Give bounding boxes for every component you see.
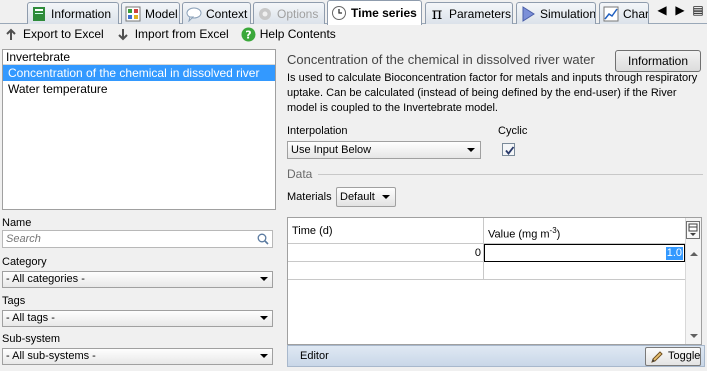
subsystem-select[interactable]: - All sub-systems - — [2, 348, 273, 365]
tab-scroll-right-icon[interactable]: ▶ — [674, 3, 686, 17]
tags-filter-label: Tags — [2, 295, 26, 307]
grid-menu-button[interactable] — [686, 221, 700, 239]
value-header-suffix: ) — [556, 228, 561, 241]
materials-select[interactable]: Default — [336, 187, 396, 207]
cyclic-label: Cyclic — [498, 125, 528, 137]
help-contents-button[interactable]: ? Help Contents — [241, 27, 336, 42]
toggle-label: Toggle — [668, 350, 701, 362]
grid-header: Time (d) Value (mg m-3) — [288, 218, 685, 244]
name-filter-label: Name — [2, 217, 32, 229]
time-series-grid[interactable]: Time (d) Value (mg m-3) 0 1.0 — [287, 217, 702, 345]
tab-label: Context — [206, 6, 248, 21]
help-icon: ? — [241, 27, 256, 42]
tab-label: Options — [277, 6, 319, 21]
search-box — [2, 230, 273, 248]
value-header-text: Value (mg m — [488, 228, 550, 241]
pencil-icon — [650, 350, 664, 364]
tab-scroll-left-icon[interactable]: ◀ — [656, 3, 668, 17]
play-icon — [520, 5, 536, 22]
interpolation-value: Use Input Below — [291, 144, 372, 156]
checkmark-icon — [505, 146, 515, 155]
search-icon[interactable] — [257, 233, 269, 245]
value-cell-editor[interactable]: 1.0 — [665, 247, 683, 260]
tab-charts[interactable]: Charts — [599, 2, 649, 24]
chevron-down-icon — [260, 316, 268, 320]
grid-scrollbar[interactable] — [685, 218, 701, 344]
value-cell[interactable]: 1.0 — [484, 244, 685, 262]
tab-label: Simulation — [540, 6, 596, 21]
gear-icon — [257, 6, 273, 22]
chevron-down-icon — [260, 277, 268, 281]
materials-label: Materials — [287, 191, 332, 203]
interpolation-select[interactable]: Use Input Below — [287, 141, 481, 159]
chevron-down-icon — [260, 354, 268, 358]
column-header-value[interactable]: Value (mg m-3) — [484, 218, 685, 244]
tab-label: Model — [145, 6, 178, 21]
information-button[interactable]: Information — [615, 50, 701, 72]
svg-text:?: ? — [245, 28, 251, 41]
subsystem-filter-label: Sub-system — [2, 333, 61, 345]
export-to-excel-button[interactable]: Export to Excel — [4, 27, 104, 42]
scroll-down-icon[interactable] — [690, 334, 698, 338]
column-header-time[interactable]: Time (d) — [288, 218, 484, 244]
export-arrow-icon — [4, 27, 19, 42]
scroll-up-icon[interactable] — [690, 252, 698, 256]
subsystem-value: - All sub-systems - — [6, 350, 96, 362]
table-menu-icon — [688, 223, 698, 236]
series-title: Concentration of the chemical in dissolv… — [287, 52, 595, 67]
tab-time-series[interactable]: Time series — [327, 0, 422, 25]
import-label: Import from Excel — [134, 27, 229, 41]
clock-icon — [331, 5, 347, 21]
divider — [318, 174, 703, 175]
model-grid-icon — [125, 6, 141, 22]
export-label: Export to Excel — [23, 27, 104, 41]
category-value: - All categories - — [6, 273, 85, 285]
value-cell[interactable] — [484, 262, 685, 280]
tab-model[interactable]: Model — [121, 2, 180, 24]
tab-label: Parameters — [449, 6, 512, 21]
time-cell[interactable]: 0 — [288, 244, 484, 262]
tab-bar: Information Model Context Options Time s… — [0, 0, 707, 25]
tab-information[interactable]: Information — [27, 2, 119, 24]
toolbar: Export to Excel Import from Excel ? Help… — [0, 24, 707, 44]
pi-icon: π — [431, 3, 443, 23]
table-row-new[interactable] — [288, 262, 685, 280]
time-cell[interactable] — [288, 262, 484, 280]
tab-parameters[interactable]: π Parameters — [425, 2, 513, 24]
chevron-down-icon — [467, 148, 475, 152]
category-select[interactable]: - All categories - — [2, 271, 273, 288]
editor-label: Editor — [300, 350, 329, 362]
speech-bubble-icon — [186, 6, 202, 23]
tab-label: Charts — [623, 6, 649, 21]
import-arrow-icon — [116, 27, 131, 42]
search-input[interactable] — [3, 231, 243, 247]
tab-label: Information — [51, 6, 112, 21]
chart-icon — [603, 6, 619, 22]
import-from-excel-button[interactable]: Import from Excel — [116, 27, 229, 42]
time-series-list[interactable]: Invertebrate Concentration of the chemic… — [2, 49, 276, 210]
tab-simulation[interactable]: Simulation — [516, 2, 596, 24]
value-header-exponent: -3 — [549, 226, 557, 235]
materials-value: Default — [340, 191, 375, 203]
category-filter-label: Category — [2, 256, 47, 268]
list-group-header: Invertebrate — [3, 50, 275, 65]
tab-context[interactable]: Context — [182, 2, 251, 24]
list-item[interactable]: Water temperature — [3, 81, 275, 97]
data-section-label: Data — [287, 167, 313, 181]
chevron-down-icon — [382, 195, 390, 199]
interpolation-label: Interpolation — [287, 125, 348, 137]
tab-options[interactable]: Options — [253, 2, 325, 24]
tags-select[interactable]: - All tags - — [2, 310, 273, 327]
toggle-button[interactable]: Toggle — [645, 347, 701, 366]
table-row[interactable]: 0 1.0 — [288, 244, 685, 262]
help-label: Help Contents — [259, 27, 336, 41]
book-icon — [31, 6, 47, 22]
cyclic-checkbox[interactable] — [502, 143, 515, 156]
series-description: Is used to calculate Bioconcentration fa… — [287, 72, 698, 114]
tab-list-icon[interactable]: ▤ — [692, 3, 704, 17]
tags-value: - All tags - — [6, 312, 55, 324]
editor-bar: Editor Toggle — [287, 345, 705, 367]
list-item[interactable]: Concentration of the chemical in dissolv… — [3, 65, 275, 96]
tab-label: Time series — [351, 6, 417, 20]
